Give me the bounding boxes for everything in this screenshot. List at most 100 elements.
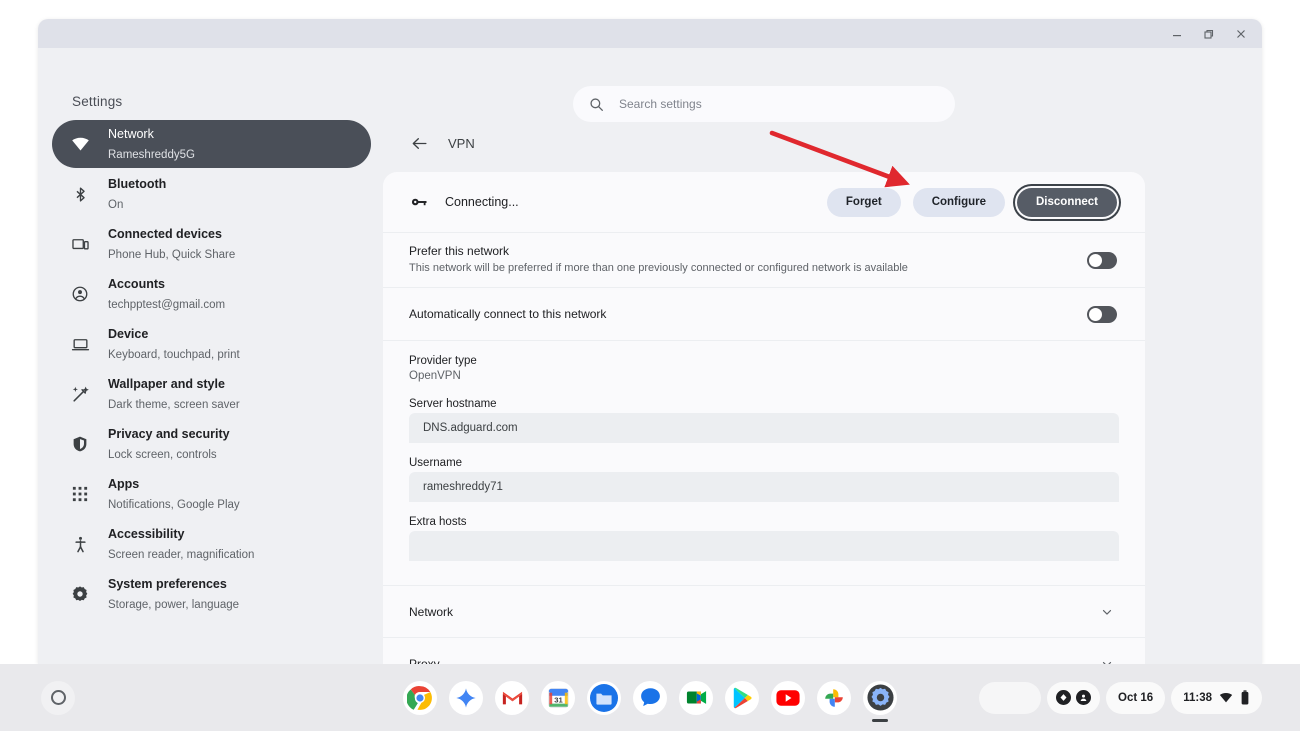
sidebar-item-label: Connected devices <box>108 227 222 241</box>
sidebar-item-label: Privacy and security <box>108 427 230 441</box>
toggle-knob <box>1089 307 1102 321</box>
search-input[interactable] <box>619 97 941 111</box>
sidebar-item-sublabel: On <box>108 199 124 211</box>
sidebar: Network Rameshreddy5G Bluetooth On Conne… <box>38 114 383 664</box>
auto-connect-row: Automatically connect to this network <box>383 288 1145 340</box>
sidebar-item-accessibility[interactable]: Accessibility Screen reader, magnificati… <box>52 520 371 568</box>
network-section-label: Network <box>409 604 454 619</box>
shelf: 31 Oct 16 11:38 <box>0 664 1300 731</box>
search-icon <box>587 95 605 113</box>
tray-status-icons-pod[interactable] <box>1047 681 1101 714</box>
provider-type-label: Provider type <box>409 355 477 368</box>
sidebar-item-wallpaper-and-style[interactable]: Wallpaper and style Dark theme, screen s… <box>52 370 371 418</box>
proxy-section-row[interactable]: Proxy <box>383 638 1145 664</box>
network-section-row[interactable]: Network <box>383 586 1145 637</box>
shelf-icon-chrome[interactable] <box>403 680 437 715</box>
tray-clock-pod[interactable]: 11:38 <box>1171 681 1262 714</box>
sidebar-item-bluetooth[interactable]: Bluetooth On <box>52 170 371 218</box>
configure-button[interactable]: Configure <box>912 187 1005 217</box>
sidebar-item-sublabel: Screen reader, magnification <box>108 549 255 561</box>
auto-connect-label: Automatically connect to this network <box>409 306 607 321</box>
window-body: Network Rameshreddy5G Bluetooth On Conne… <box>38 114 1262 664</box>
back-arrow-icon[interactable] <box>408 132 430 154</box>
sidebar-item-sublabel: Notifications, Google Play <box>108 499 240 511</box>
accessibility-icon <box>70 534 90 554</box>
shelf-icon-settings[interactable] <box>863 680 897 715</box>
gear-icon <box>70 584 90 604</box>
sidebar-item-sublabel: Phone Hub, Quick Share <box>108 249 236 261</box>
chevron-down-icon <box>1099 656 1115 664</box>
wifi-icon <box>70 134 90 154</box>
extra-hosts-label: Extra hosts <box>409 516 467 529</box>
settings-window: Settings Search settings Network Rameshr… <box>38 19 1262 664</box>
sidebar-item-sublabel: Keyboard, touchpad, print <box>108 349 240 361</box>
proxy-section-label: Proxy <box>409 656 440 664</box>
sidebar-item-connected-devices[interactable]: Connected devices Phone Hub, Quick Share <box>52 220 371 268</box>
vpn-status-row: Connecting... Forget Configure Disconnec… <box>383 172 1145 232</box>
app-header: Settings <box>38 48 1262 122</box>
username-label: Username <box>409 457 463 470</box>
shelf-icon-meet[interactable] <box>679 680 713 715</box>
close-button[interactable] <box>1226 21 1256 47</box>
desktop: Settings Search settings Network Rameshr… <box>0 0 1300 731</box>
subpage-title: VPN <box>448 135 475 151</box>
tray-date-pod[interactable]: Oct 16 <box>1106 681 1166 714</box>
vpn-status-text: Connecting... <box>445 195 519 209</box>
sidebar-item-sublabel: Dark theme, screen saver <box>108 399 240 411</box>
tray-ime-pod[interactable] <box>979 681 1042 714</box>
shelf-icon-gemini[interactable] <box>449 680 483 715</box>
window-controls <box>1162 19 1256 48</box>
toggle-knob <box>1089 253 1102 267</box>
server-hostname-input[interactable] <box>409 413 1119 444</box>
username-input[interactable] <box>409 472 1119 503</box>
connected-devices-icon <box>70 234 90 254</box>
sidebar-item-sublabel: Rameshreddy5G <box>108 149 195 161</box>
launcher-button[interactable] <box>41 680 75 715</box>
shelf-icon-photos[interactable] <box>817 680 851 715</box>
disconnect-button[interactable]: Disconnect <box>1017 187 1117 217</box>
main-content: VPN Connecting... Forget Configure Disco… <box>383 114 1145 664</box>
subpage-header: VPN <box>383 114 1145 172</box>
shelf-icon-play-store[interactable] <box>725 680 759 715</box>
sidebar-item-network[interactable]: Network Rameshreddy5G <box>52 120 371 168</box>
sidebar-item-apps[interactable]: Apps Notifications, Google Play <box>52 470 371 518</box>
maximize-button[interactable] <box>1194 21 1224 47</box>
shelf-icon-messages[interactable] <box>633 680 667 715</box>
shelf-icon-files[interactable] <box>587 680 621 715</box>
sidebar-item-sublabel: Lock screen, controls <box>108 449 217 461</box>
forget-button[interactable]: Forget <box>826 187 901 217</box>
wallpaper-icon <box>70 384 90 404</box>
auto-connect-toggle[interactable] <box>1087 305 1117 323</box>
battery-status-icon <box>1240 690 1250 705</box>
account-icon <box>70 284 90 304</box>
vpn-detail-card: Connecting... Forget Configure Disconnec… <box>383 172 1145 664</box>
sidebar-item-label: Accounts <box>108 277 165 291</box>
window-titlebar <box>38 19 1262 48</box>
prefer-network-row: Prefer this network This network will be… <box>383 233 1145 287</box>
shelf-icon-calendar[interactable]: 31 <box>541 680 575 715</box>
tray-time: 11:38 <box>1183 691 1212 704</box>
wifi-status-icon <box>1219 691 1233 705</box>
sidebar-item-sublabel: techpptest@gmail.com <box>108 299 226 311</box>
sidebar-item-system-preferences[interactable]: System preferences Storage, power, langu… <box>52 570 371 618</box>
minimize-button[interactable] <box>1162 21 1192 47</box>
sidebar-item-sublabel: Storage, power, language <box>108 599 240 611</box>
sidebar-item-label: Bluetooth <box>108 177 167 191</box>
page-title: Settings <box>72 94 123 109</box>
account-avatar-icon <box>1076 690 1092 705</box>
sidebar-item-label: Wallpaper and style <box>108 377 225 391</box>
shelf-icon-youtube[interactable] <box>771 680 805 715</box>
sidebar-item-privacy-and-security[interactable]: Privacy and security Lock screen, contro… <box>52 420 371 468</box>
server-hostname-label: Server hostname <box>409 398 497 411</box>
extra-hosts-input[interactable] <box>409 531 1119 562</box>
tray-date: Oct 16 <box>1118 691 1154 704</box>
launcher-icon <box>50 690 66 705</box>
sidebar-item-accounts[interactable]: Accounts techpptest@gmail.com <box>52 270 371 318</box>
sidebar-item-device[interactable]: Device Keyboard, touchpad, print <box>52 320 371 368</box>
prefer-network-toggle[interactable] <box>1087 251 1117 269</box>
sidebar-item-label: Accessibility <box>108 527 185 541</box>
shield-icon <box>70 434 90 454</box>
vpn-action-buttons: Forget Configure Disconnect <box>826 187 1117 217</box>
shelf-icon-gmail[interactable] <box>495 680 529 715</box>
shelf-app-icons: 31 <box>403 680 897 715</box>
